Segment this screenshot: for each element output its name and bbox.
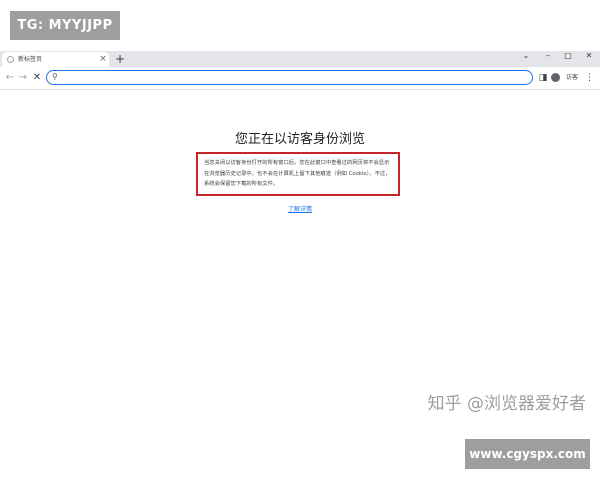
browser-toolbar: ← → ✕ ⚲ ◨ 访客 ⋮ (0, 67, 600, 90)
site-watermark: www.cgyspx.com (465, 439, 590, 469)
guest-page-content: 您正在以访客身份浏览 当您关闭以访客身份打开的所有窗口后，您在此窗口中查看过的网… (0, 90, 600, 441)
side-panel-icon[interactable]: ◨ (538, 71, 548, 85)
tab-title: 新标签页 (18, 56, 43, 63)
more-menu-icon[interactable]: ⋮ (585, 71, 594, 85)
page-title: 您正在以访客身份浏览 (234, 132, 365, 147)
tab-search-icon[interactable]: ⌄ (516, 51, 536, 61)
stop-loading-icon[interactable]: ✕ (31, 71, 43, 85)
screenshot: TG: MYYJJPP 新标签页 × + ⌄ – □ ✕ ← → ✕ ⚲ ◨ 访… (0, 0, 600, 480)
tab-close-icon[interactable]: × (98, 53, 108, 65)
maximize-icon[interactable]: □ (558, 51, 578, 61)
learn-more-link[interactable]: 了解详情 (0, 205, 600, 215)
minimize-icon[interactable]: – (538, 51, 558, 61)
address-input[interactable] (63, 71, 523, 83)
guest-description: 当您关闭以访客身份打开的所有窗口后，您在此窗口中查看过的网页将不会显示在浏览器历… (204, 160, 391, 187)
profile-label: 访客 (566, 74, 579, 81)
tab-new-tab[interactable]: 新标签页 × (2, 52, 109, 67)
forward-arrow-icon[interactable]: → (17, 71, 29, 85)
tab-strip: 新标签页 × + ⌄ – □ ✕ (0, 51, 600, 67)
browser-window: 新标签页 × + ⌄ – □ ✕ ← → ✕ ⚲ ◨ 访客 ⋮ 您正在以访客身份… (0, 51, 600, 441)
close-window-icon[interactable]: ✕ (579, 51, 599, 61)
new-tab-button[interactable]: + (114, 52, 126, 66)
address-bar[interactable]: ⚲ (46, 70, 533, 85)
tg-watermark: TG: MYYJJPP (10, 11, 120, 40)
back-arrow-icon[interactable]: ← (4, 71, 16, 85)
avatar-icon (551, 73, 560, 82)
zhihu-watermark: 知乎 @浏览器爱好者 (427, 394, 586, 414)
highlight-box: 当您关闭以访客身份打开的所有窗口后，您在此窗口中查看过的网页将不会显示在浏览器历… (196, 152, 400, 196)
search-icon: ⚲ (52, 72, 58, 81)
globe-icon (7, 56, 14, 63)
